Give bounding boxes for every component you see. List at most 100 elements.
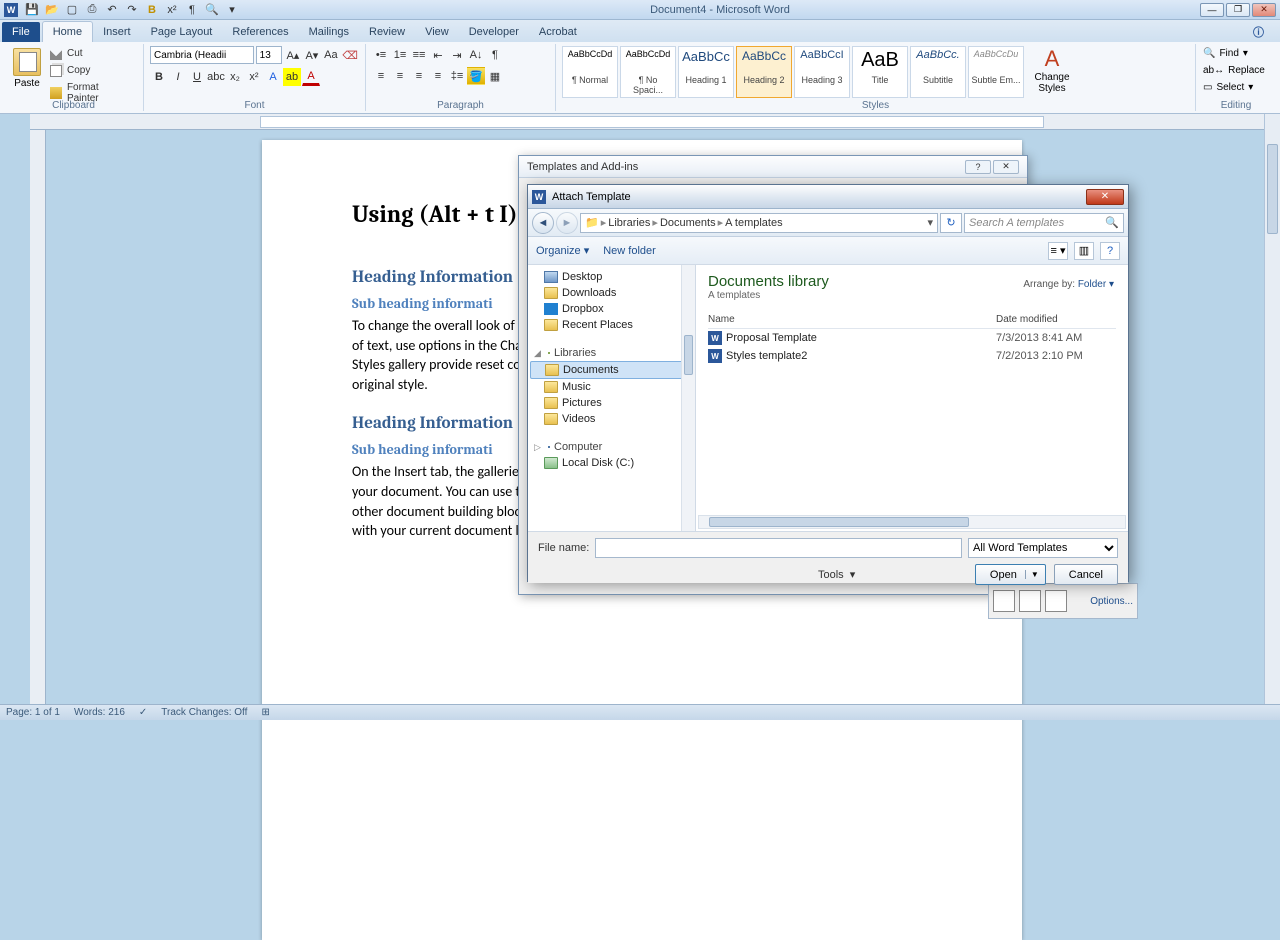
style-heading2[interactable]: AaBbCcHeading 2 xyxy=(736,46,792,98)
col-date[interactable]: Date modified xyxy=(996,314,1116,325)
open-button[interactable]: Open▼ xyxy=(975,564,1046,585)
tree-pictures[interactable]: Pictures xyxy=(530,395,693,411)
file-row-styles[interactable]: WStyles template2 7/2/2013 2:10 PM xyxy=(708,347,1116,365)
copy-button[interactable]: Copy xyxy=(48,63,137,78)
borders-button[interactable]: ▦ xyxy=(486,67,504,85)
align-center-button[interactable]: ≡ xyxy=(391,67,409,85)
style-subtitle[interactable]: AaBbCc.Subtitle xyxy=(910,46,966,98)
shrink-font-button[interactable]: A▾ xyxy=(303,46,320,64)
tree-desktop[interactable]: Desktop xyxy=(530,269,693,285)
qat-pilcrow-icon[interactable]: ¶ xyxy=(184,2,200,18)
italic-button[interactable]: I xyxy=(169,68,187,86)
list-columns[interactable]: Name Date modified xyxy=(708,311,1116,329)
bullets-button[interactable]: •≡ xyxy=(372,46,390,64)
tree-libraries-group[interactable]: ◢Libraries xyxy=(530,345,693,361)
filename-input[interactable] xyxy=(595,538,962,558)
tab-home[interactable]: Home xyxy=(42,21,93,42)
maximize-button[interactable]: ❐ xyxy=(1226,3,1250,17)
organizer-icon-3[interactable] xyxy=(1045,590,1067,612)
attach-close-button[interactable]: ✕ xyxy=(1086,189,1124,205)
qat-open-icon[interactable]: 📂 xyxy=(44,2,60,18)
new-folder-button[interactable]: New folder xyxy=(603,245,656,257)
decrease-indent-button[interactable]: ⇤ xyxy=(429,46,447,64)
organize-button[interactable]: Organize ▾ xyxy=(536,244,589,257)
vertical-ruler[interactable] xyxy=(30,130,46,704)
tree-videos[interactable]: Videos xyxy=(530,411,693,427)
style-heading1[interactable]: AaBbCcHeading 1 xyxy=(678,46,734,98)
shading-button[interactable]: 🪣 xyxy=(467,67,485,85)
refresh-button[interactable]: ↻ xyxy=(940,213,962,233)
tab-review[interactable]: Review xyxy=(359,22,415,42)
tree-scrollbar[interactable] xyxy=(681,265,695,531)
help-button[interactable]: ? xyxy=(1100,242,1120,260)
tree-music[interactable]: Music xyxy=(530,379,693,395)
tree-recent-places[interactable]: Recent Places xyxy=(530,317,693,333)
horizontal-ruler[interactable] xyxy=(30,114,1264,130)
cancel-button[interactable]: Cancel xyxy=(1054,564,1118,585)
vertical-scrollbar[interactable] xyxy=(1264,114,1280,704)
view-mode-button[interactable]: ≡ ▾ xyxy=(1048,242,1068,260)
bold-button[interactable]: B xyxy=(150,68,168,86)
qat-bold-icon[interactable]: B xyxy=(144,2,160,18)
attach-dialog-titlebar[interactable]: W Attach Template ✕ xyxy=(528,185,1128,209)
text-effects-button[interactable]: A xyxy=(264,68,282,86)
style-normal[interactable]: AaBbCcDd¶ Normal xyxy=(562,46,618,98)
templates-help-button[interactable]: ? xyxy=(965,160,991,174)
templates-close-button[interactable]: ✕ xyxy=(993,160,1019,174)
increase-indent-button[interactable]: ⇥ xyxy=(448,46,466,64)
qat-super-icon[interactable]: x² xyxy=(164,2,180,18)
crumb-libraries[interactable]: Libraries xyxy=(608,217,650,229)
tab-developer[interactable]: Developer xyxy=(459,22,529,42)
qat-find-icon[interactable]: 🔍 xyxy=(204,2,220,18)
qat-new-icon[interactable]: ▢ xyxy=(64,2,80,18)
crumb-atemplates[interactable]: A templates xyxy=(725,217,782,229)
help-icon[interactable]: ⓘ xyxy=(1247,22,1270,42)
arrange-by-value[interactable]: Folder ▾ xyxy=(1078,279,1114,290)
style-subtle-em[interactable]: AaBbCcDuSubtle Em... xyxy=(968,46,1024,98)
tools-button[interactable]: Tools ▾ xyxy=(818,568,855,581)
superscript-button[interactable]: x² xyxy=(245,68,263,86)
tree-downloads[interactable]: Downloads xyxy=(530,285,693,301)
align-right-button[interactable]: ≡ xyxy=(410,67,428,85)
status-words[interactable]: Words: 216 xyxy=(74,707,125,718)
justify-button[interactable]: ≡ xyxy=(429,67,447,85)
qat-redo-icon[interactable]: ↷ xyxy=(124,2,140,18)
tab-insert[interactable]: Insert xyxy=(93,22,141,42)
multilevel-button[interactable]: ≡≡ xyxy=(410,46,428,64)
qat-more-icon[interactable]: ▾ xyxy=(224,2,240,18)
show-marks-button[interactable]: ¶ xyxy=(486,46,504,64)
tree-local-disk[interactable]: Local Disk (C:) xyxy=(530,455,693,471)
numbering-button[interactable]: 1≡ xyxy=(391,46,409,64)
cut-button[interactable]: Cut xyxy=(48,46,137,61)
options-link[interactable]: Options... xyxy=(1090,596,1133,607)
tab-mailings[interactable]: Mailings xyxy=(299,22,359,42)
tab-page-layout[interactable]: Page Layout xyxy=(141,22,223,42)
back-button[interactable]: ◄ xyxy=(532,212,554,234)
tab-file[interactable]: File xyxy=(2,22,40,42)
qat-print-icon[interactable]: ⎙ xyxy=(84,2,100,18)
subscript-button[interactable]: x₂ xyxy=(226,68,244,86)
status-insert-mode[interactable]: ⊞ xyxy=(261,707,269,718)
close-button[interactable]: ✕ xyxy=(1252,3,1276,17)
qat-save-icon[interactable]: 💾 xyxy=(24,2,40,18)
col-name[interactable]: Name xyxy=(708,314,996,325)
tab-references[interactable]: References xyxy=(222,22,298,42)
status-proofing-icon[interactable]: ✓ xyxy=(139,707,147,718)
tab-acrobat[interactable]: Acrobat xyxy=(529,22,587,42)
file-type-filter[interactable]: All Word Templates xyxy=(968,538,1118,558)
grow-font-button[interactable]: A▴ xyxy=(284,46,301,64)
list-hscrollbar[interactable] xyxy=(698,515,1126,529)
tab-view[interactable]: View xyxy=(415,22,459,42)
strikethrough-button[interactable]: abc xyxy=(207,68,225,86)
breadcrumb[interactable]: 📁 ▸ Libraries ▸ Documents ▸ A templates … xyxy=(580,213,938,233)
replace-button[interactable]: ab↔ Replace xyxy=(1202,63,1270,78)
organizer-icon-2[interactable] xyxy=(1019,590,1041,612)
highlight-button[interactable]: ab xyxy=(283,68,301,86)
find-button[interactable]: 🔍 Find ▾ xyxy=(1202,46,1270,61)
preview-pane-button[interactable]: ▥ xyxy=(1074,242,1094,260)
sort-button[interactable]: A↓ xyxy=(467,46,485,64)
forward-button[interactable]: ► xyxy=(556,212,578,234)
paste-button[interactable]: Paste xyxy=(10,46,44,89)
line-spacing-button[interactable]: ‡≡ xyxy=(448,67,466,85)
change-styles-button[interactable]: A Change Styles xyxy=(1028,46,1076,94)
